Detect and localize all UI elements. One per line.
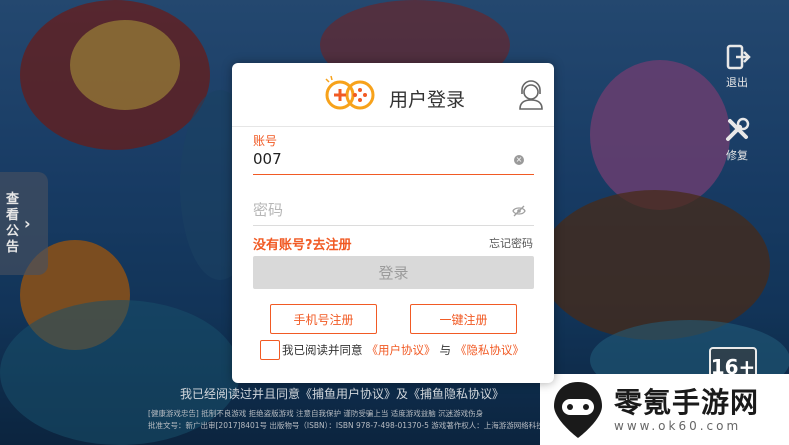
wrench-icon xyxy=(726,117,750,141)
password-field xyxy=(253,196,534,226)
background-health-notice: [健康游戏忠告] 抵制不良游戏 拒绝盗版游戏 注意自我保护 谨防受骗上当 适度游… xyxy=(148,408,540,445)
headset-icon[interactable] xyxy=(518,80,544,110)
license-text: 批准文号：新广出审[2017]8401号 出版物号（ISBN）：ISBN 978… xyxy=(148,421,540,430)
clear-icon[interactable]: × xyxy=(514,155,524,165)
watermark-url: www.ok60.com xyxy=(614,418,742,433)
exit-icon xyxy=(726,44,751,70)
login-button[interactable]: 登录 xyxy=(253,256,534,289)
repair-label: 修复 xyxy=(726,149,748,162)
privacy-agreement-link[interactable]: 《隐私协议》 xyxy=(455,342,524,358)
dialog-title: 用户登录 xyxy=(389,89,466,111)
logout-label: 退出 xyxy=(726,76,748,89)
gamepad-logo-icon xyxy=(325,75,375,110)
agree-prefix: 我已阅读并同意 xyxy=(282,343,363,357)
login-dialog: 用户登录 账号 × 没有账号?去注册 忘记密码 登录 手机号注册 一键注册 我已… xyxy=(232,63,554,383)
logout-button[interactable]: 退出 xyxy=(717,42,757,90)
agree-and: 与 xyxy=(439,343,452,357)
oneclick-register-button[interactable]: 一键注册 xyxy=(410,304,517,334)
dialog-header: 用户登录 xyxy=(232,63,554,127)
phone-register-button[interactable]: 手机号注册 xyxy=(270,304,377,334)
user-agreement-link[interactable]: 《用户协议》 xyxy=(367,342,436,358)
account-field: × xyxy=(253,145,534,175)
agreement-row: 我已阅读并同意 《用户协议》 与 《隐私协议》 xyxy=(260,340,528,360)
password-input[interactable] xyxy=(253,196,503,224)
forgot-password-link[interactable]: 忘记密码 xyxy=(489,235,533,251)
watermark-title: 零氪手游网 xyxy=(614,385,760,419)
register-link[interactable]: 没有账号?去注册 xyxy=(253,234,352,253)
chevron-right-icon: › xyxy=(24,214,31,233)
account-input[interactable] xyxy=(253,145,503,173)
eye-hidden-icon[interactable] xyxy=(512,205,526,217)
health-notice-text: [健康游戏忠告] 抵制不良游戏 拒绝盗版游戏 注意自我保护 谨防受骗上当 适度游… xyxy=(148,409,484,418)
notice-tab[interactable]: 查看公告 › xyxy=(0,172,48,275)
notice-tab-label: 查看公告 xyxy=(6,191,20,255)
location-pin-gamepad-icon xyxy=(554,381,602,438)
agree-checkbox[interactable] xyxy=(260,340,280,360)
site-watermark: 零氪手游网 www.ok60.com xyxy=(540,374,789,445)
repair-button[interactable]: 修复 xyxy=(717,115,757,163)
